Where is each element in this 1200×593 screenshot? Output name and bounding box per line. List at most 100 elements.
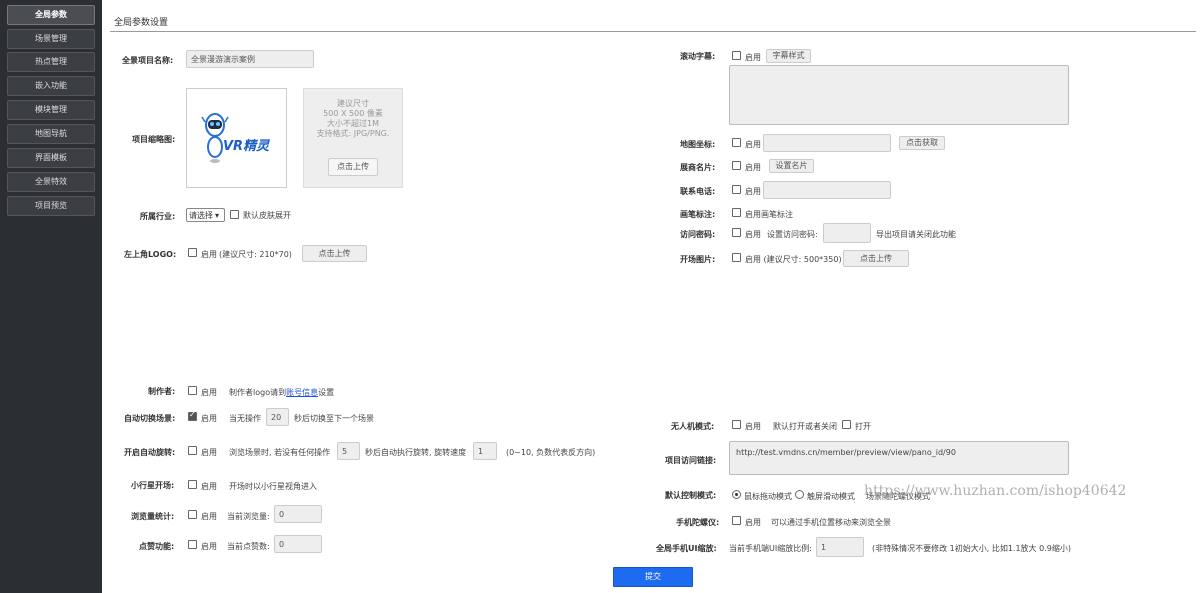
views-prefix: 当前浏览量: [227,512,270,521]
top-left-logo-checkbox[interactable] [188,248,197,257]
likes-prefix: 当前点赞数: [227,542,270,551]
auto-rotate-middle: 秒后自动执行旋转, 旋转速度 [365,448,467,457]
business-card-enable: 启用 [745,163,761,172]
sidebar-item-hotspot-management[interactable]: 热点管理 [7,52,95,72]
phone-label: 联系电话: [680,187,716,196]
industry-select-value: 请选择 [189,210,213,220]
top-left-logo-upload-button[interactable]: 点击上传 [302,245,367,262]
industry-label: 所属行业: [140,212,176,221]
phone-input[interactable] [763,181,891,199]
sidebar-item-module-management[interactable]: 模块管理 [7,100,95,120]
thumbnail-label: 项目缩略图: [132,135,176,144]
auto-switch-enable: 启用 [201,414,217,423]
planet-open-checkbox[interactable] [188,480,197,489]
planet-open-hint: 开场时以小行星视角进入 [229,482,317,491]
map-coords-checkbox[interactable] [732,138,741,147]
control-mode-label: 默认控制模式: [665,491,717,500]
map-coords-label: 地图坐标: [680,140,716,149]
thumbnail-hint-4: 支持格式: JPG/PNG. [316,129,390,138]
top-left-logo-enable: 启用 [201,250,217,259]
password-input[interactable] [823,223,871,243]
marquee-textarea[interactable] [729,65,1069,125]
password-prefix: 设置访问密码: [767,230,818,239]
sidebar: 全局参数 场景管理 热点管理 嵌入功能 模块管理 地图导航 界面模板 全景特效 … [0,0,102,593]
sidebar-item-map-navigation[interactable]: 地图导航 [7,124,95,144]
brush-checkbox[interactable] [732,208,741,217]
top-left-logo-hint: (建议尺寸: 210*70) [219,250,292,259]
drone-mode-default-text: 默认打开或者关闭 [773,422,837,431]
skin-expand-checkbox[interactable] [230,210,239,219]
access-link-label: 项目访问链接: [665,456,717,465]
auto-rotate-enable: 启用 [201,448,217,457]
password-label: 访问密码: [680,230,716,239]
views-checkbox[interactable] [188,510,197,519]
drone-mode-checkbox[interactable] [732,420,741,429]
auto-switch-suffix: 秒后切换至下一个场景 [294,414,374,423]
opening-image-checkbox[interactable] [732,253,741,262]
page-title: 全局参数设置 [114,18,169,28]
likes-count-input[interactable]: 0 [274,535,322,553]
account-info-link[interactable]: 账号信息 [286,388,318,397]
marquee-checkbox[interactable] [732,51,741,60]
sidebar-item-scene-management[interactable]: 场景管理 [7,29,95,49]
auto-switch-label: 自动切换场景: [124,414,176,423]
auto-rotate-suffix: (0~10, 负数代表反方向) [506,448,596,457]
drone-mode-label: 无人机模式: [671,422,715,431]
auto-switch-prefix: 当无操作 [229,414,261,423]
views-count-input[interactable]: 0 [274,505,322,523]
auto-rotate-prefix: 浏览场景时, 若没有任何操作 [229,448,331,457]
thumbnail-upload-button[interactable]: 点击上传 [328,158,378,176]
author-hint-prefix: 制作者logo请到 [229,388,287,397]
business-card-checkbox[interactable] [732,161,741,170]
thumbnail-upload-area[interactable]: 建议尺寸 500 X 500 像素 大小不超过1M 支持格式: JPG/PNG.… [303,88,403,188]
sidebar-item-panorama-effects[interactable]: 全景特效 [7,172,95,192]
opening-image-enable: 启用 (建议尺寸: 500*350) [745,255,842,264]
sidebar-item-global-params[interactable]: 全局参数 [7,5,95,25]
likes-checkbox[interactable] [188,540,197,549]
mobile-ui-scale-input[interactable]: 1 [816,537,864,557]
password-enable: 启用 [745,230,761,239]
gyroscope-checkbox[interactable] [732,516,741,525]
industry-select[interactable]: 请选择 ▾ [186,208,225,222]
map-coords-fetch-button[interactable]: 点击获取 [899,136,945,150]
thumbnail-logo-text: VR精灵 [223,139,270,154]
sidebar-item-project-preview[interactable]: 项目预览 [7,196,95,216]
sidebar-item-embed-functions[interactable]: 嵌入功能 [7,76,95,96]
skin-expand-label: 默认皮肤展开 [243,211,291,220]
gyroscope-label: 手机陀螺仪: [676,518,720,527]
project-name-input[interactable]: 全景漫游演示案例 [186,50,314,68]
planet-open-enable: 启用 [201,482,217,491]
drone-mode-open-checkbox[interactable] [842,420,851,429]
auto-switch-checkbox[interactable] [188,410,197,421]
author-label: 制作者: [148,387,176,396]
mobile-ui-prefix: 当前手机端UI缩放比例: [729,544,812,553]
control-mode-touch-radio[interactable] [795,490,804,499]
sidebar-item-ui-template[interactable]: 界面模板 [7,148,95,168]
mobile-ui-hint: (非特殊情况不要修改 1初始大小, 比如1.1放大 0.9缩小) [872,544,1071,553]
title-divider [110,31,1196,32]
phone-checkbox[interactable] [732,185,741,194]
opening-image-upload-button[interactable]: 点击上传 [843,250,909,267]
likes-label: 点赞功能: [139,542,175,551]
marquee-style-button[interactable]: 字幕样式 [766,49,811,63]
views-enable: 启用 [201,512,217,521]
brush-label: 画笔标注: [680,210,716,219]
author-enable: 启用 [201,388,217,397]
password-suffix: 导出项目请关闭此功能 [876,230,956,239]
auto-switch-seconds-input[interactable]: 20 [266,408,289,426]
auto-rotate-speed-input[interactable]: 1 [473,442,497,460]
control-mode-mouse-radio[interactable] [732,490,741,499]
auto-rotate-seconds-input[interactable]: 5 [337,442,360,460]
submit-button[interactable]: 提交 [613,567,693,587]
thumbnail-image: VR精灵 [186,88,287,188]
author-checkbox[interactable] [188,386,197,395]
auto-rotate-checkbox[interactable] [188,446,197,455]
top-left-logo-label: 左上角LOGO: [124,250,177,259]
access-link-textarea[interactable]: http://test.vmdns.cn/member/preview/view… [729,441,1069,475]
business-card-button[interactable]: 设置名片 [769,159,814,173]
password-checkbox[interactable] [732,228,741,237]
map-coords-input[interactable] [763,134,891,152]
watermark-text: https://www.huzhan.com/ishop40642 [864,483,1127,499]
gyroscope-hint: 可以通过手机位置移动来浏览全景 [771,518,891,527]
marquee-label: 滚动字幕: [680,52,716,61]
